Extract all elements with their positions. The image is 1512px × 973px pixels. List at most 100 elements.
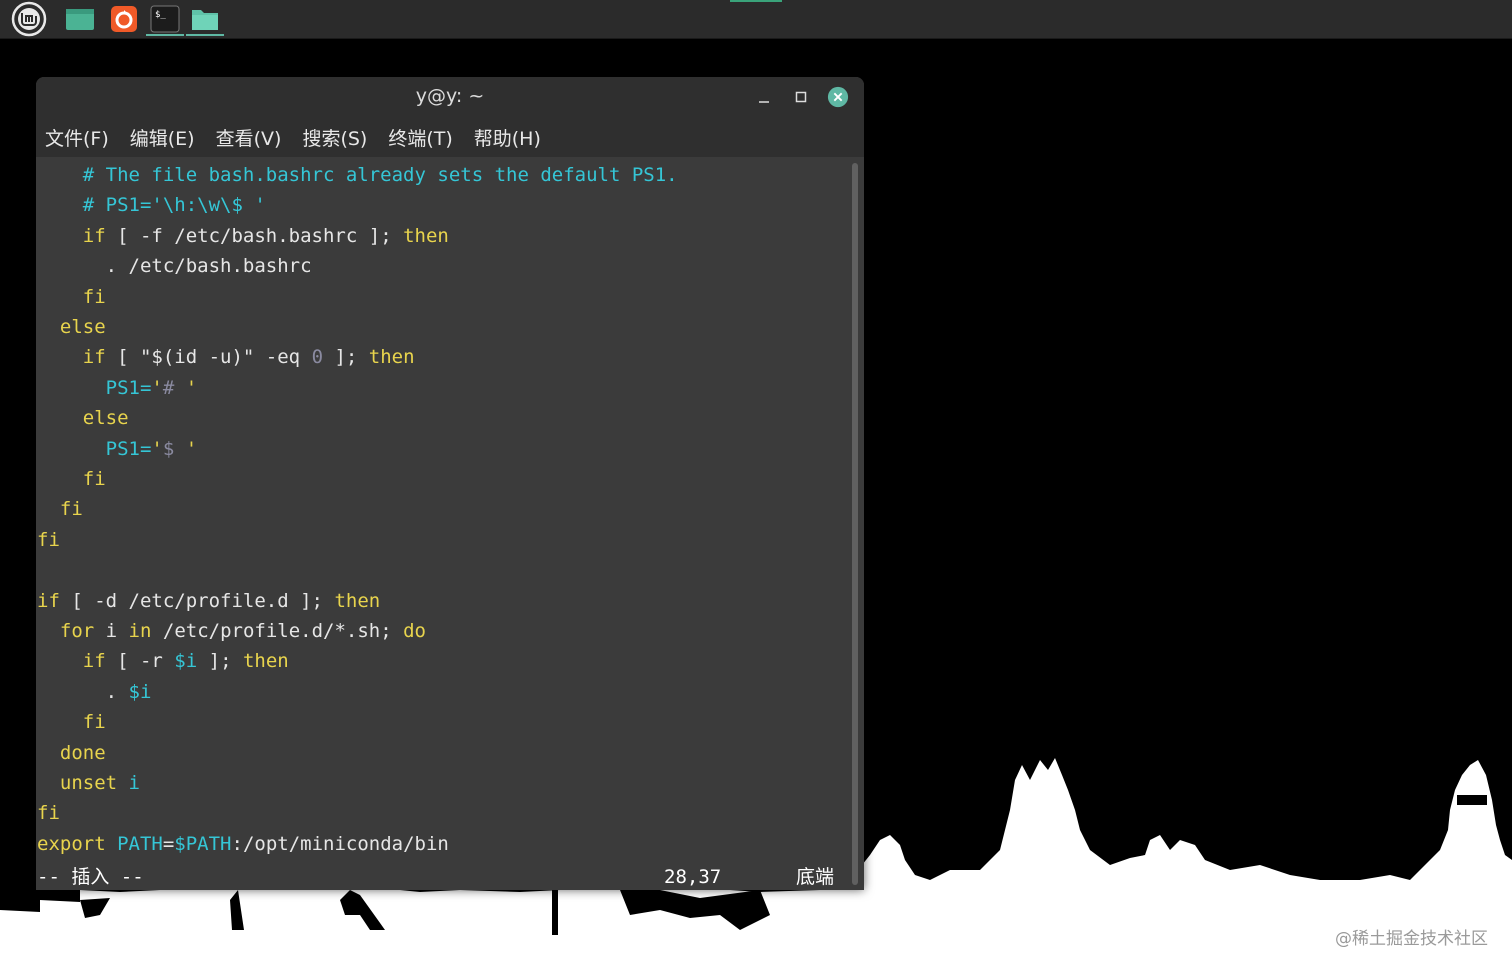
- taskbar: $_: [0, 0, 1512, 39]
- code-line: fi: [37, 464, 106, 494]
- menu-terminal[interactable]: 终端(T): [379, 124, 452, 151]
- window-title: y@y: ~: [415, 85, 485, 107]
- cursor-position: 28,37: [664, 866, 722, 888]
- vim-editor[interactable]: # The file bash.bashrc already sets the …: [36, 160, 848, 890]
- maximize-icon: [795, 91, 807, 103]
- code-token: ': [185, 376, 198, 399]
- code-line: fi: [37, 282, 106, 312]
- code-token: ': [151, 376, 163, 399]
- code-token: # PS1='\h:\w\$ ': [82, 194, 266, 217]
- code-token: fi: [82, 711, 106, 734]
- code-token: then: [403, 224, 449, 247]
- code-token: PATH: [105, 832, 163, 855]
- code-line: if [ -r $i ]; then: [37, 646, 289, 676]
- code-token: if: [82, 346, 106, 369]
- code-token: ];: [197, 650, 243, 673]
- code-line: export PATH=$PATH:/opt/miniconda/bin: [37, 829, 449, 859]
- code-line: fi: [37, 525, 60, 555]
- code-token: [ -r: [105, 650, 175, 673]
- code-token: fi: [37, 802, 60, 825]
- code-token: else: [59, 316, 106, 338]
- code-token: unset: [59, 772, 118, 794]
- terminal-window[interactable]: y@y: ~ 文件(F) 编辑(E) 查看(V) 搜索(S) 终端(T) 帮助(…: [36, 77, 864, 890]
- code-line: if [ "$(id -u)" -eq 0 ]; then: [37, 342, 415, 372]
- code-line: if [ -f /etc/bash.bashrc ]; then: [37, 221, 449, 251]
- code-token: [ -d /etc/profile.d ];: [59, 589, 335, 612]
- code-line: fi: [37, 798, 60, 828]
- minimize-button[interactable]: [753, 86, 775, 108]
- code-token: ': [185, 437, 198, 460]
- code-token: ': [151, 437, 163, 460]
- code-token: then: [242, 650, 289, 673]
- menu-file[interactable]: 文件(F): [36, 124, 109, 151]
- code-token: # The file bash.bashrc already sets the …: [82, 164, 678, 186]
- vim-status-line: -- 插入 -- 28,37 底端: [36, 862, 848, 890]
- code-token: . /etc/bash.bashrc: [37, 255, 312, 278]
- active-app-indicator: [146, 34, 184, 36]
- code-token: if: [82, 650, 106, 673]
- terminal-icon[interactable]: $_: [146, 2, 184, 36]
- code-token: i: [94, 620, 129, 642]
- code-token: fi: [82, 468, 106, 490]
- code-line: . /etc/bash.bashrc: [37, 251, 312, 281]
- menu-view[interactable]: 查看(V): [207, 124, 282, 151]
- code-token: /etc/profile.d/*.sh;: [151, 620, 404, 642]
- code-token: fi: [37, 528, 60, 551]
- code-token: export: [37, 832, 106, 855]
- menu-help[interactable]: 帮助(H): [465, 124, 541, 151]
- code-line: fi: [37, 707, 106, 737]
- window-titlebar[interactable]: y@y: ~: [36, 77, 864, 117]
- close-button[interactable]: [827, 86, 849, 108]
- files-icon[interactable]: [186, 2, 224, 36]
- close-icon: [827, 86, 849, 108]
- code-token: $i: [174, 650, 198, 673]
- code-token: =: [162, 832, 175, 855]
- code-token: done: [59, 741, 106, 764]
- code-line: if [ -d /etc/profile.d ]; then: [37, 586, 380, 616]
- code-token: #: [162, 376, 186, 399]
- code-line: else: [37, 403, 129, 433]
- firefox-icon[interactable]: [106, 2, 142, 36]
- mint-menu-icon[interactable]: [8, 1, 50, 37]
- menu-search[interactable]: 搜索(S): [293, 124, 367, 151]
- code-token: [ -f /etc/bash.bashrc ];: [105, 224, 404, 247]
- code-token: fi: [59, 498, 83, 521]
- code-line: # The file bash.bashrc already sets the …: [37, 160, 678, 190]
- code-token: i: [117, 772, 140, 794]
- code-token: in: [128, 620, 152, 642]
- code-token: if: [37, 589, 60, 612]
- menu-edit[interactable]: 编辑(E): [121, 124, 195, 151]
- code-line: unset i: [37, 768, 140, 798]
- code-token: $i: [128, 680, 152, 703]
- scrollbar[interactable]: [852, 163, 858, 885]
- menu-bar: 文件(F) 编辑(E) 查看(V) 搜索(S) 终端(T) 帮助(H): [36, 117, 864, 157]
- code-line: PS1='$ ': [37, 434, 198, 464]
- code-line: # PS1='\h:\w\$ ': [37, 190, 266, 220]
- code-line: PS1='# ': [37, 373, 198, 403]
- code-token: then: [334, 589, 381, 612]
- show-desktop-icon[interactable]: [62, 2, 98, 36]
- code-line: . $i: [37, 677, 152, 707]
- code-token: [ "$(id -u)" -eq: [105, 346, 312, 369]
- code-token: if: [82, 224, 106, 247]
- code-line: fi: [37, 494, 83, 524]
- code-token: else: [82, 407, 129, 430]
- watermark: @稀土掘金技术社区: [1335, 929, 1488, 949]
- maximize-button[interactable]: [790, 86, 812, 108]
- code-token: PS1=: [105, 376, 152, 399]
- code-token: fi: [82, 285, 106, 308]
- code-token: 0: [311, 346, 324, 369]
